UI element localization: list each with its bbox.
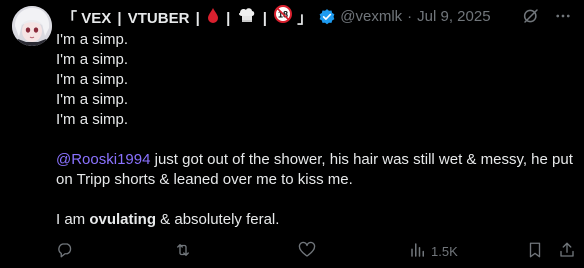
grok-icon[interactable] — [522, 7, 540, 30]
body-line: I'm a simp. — [56, 111, 129, 128]
verified-badge-icon[interactable] — [318, 8, 336, 26]
name-separator: | — [195, 10, 200, 27]
name-separator: | — [117, 10, 122, 27]
header-dot: · — [407, 8, 413, 25]
tweet-date[interactable]: Jul 9, 2025 — [417, 7, 490, 27]
tweet-body: I'm a simp. I'm a simp. I'm a simp. I'm … — [56, 30, 576, 230]
body-paragraph: @Rooski1994 just got out of the shower, … — [56, 150, 576, 190]
chef-hat-icon — [238, 7, 256, 23]
views-chart-icon — [409, 241, 427, 262]
body-line: I'm a simp. — [56, 31, 129, 48]
paragraph-text: & absolutely feral. — [156, 211, 280, 228]
paragraph-text: I am — [56, 211, 90, 228]
tweet: 「 VEX | VTUBER | | | 18 」 @vexmlk · Jul … — [0, 0, 584, 268]
body-paragraph: I am ovulating & absolutely feral. — [56, 210, 576, 230]
views-button[interactable]: 1.5K — [409, 241, 458, 262]
share-button[interactable] — [558, 241, 576, 262]
tweet-actions: 1.5K — [56, 239, 576, 263]
name-separator: | — [226, 10, 231, 27]
heart-icon — [298, 241, 316, 262]
reply-button[interactable] — [56, 241, 74, 262]
blood-drop-icon — [207, 7, 219, 23]
bold-text: ovulating — [89, 211, 157, 228]
repost-icon — [174, 241, 192, 262]
avatar[interactable] — [12, 6, 52, 46]
more-options-icon[interactable] — [554, 7, 572, 30]
body-line: I'm a simp. — [56, 51, 129, 68]
like-button[interactable] — [298, 241, 316, 262]
display-name[interactable]: 「 VEX | VTUBER | | | 18 」 — [62, 5, 312, 29]
name-vex: VEX — [81, 10, 112, 27]
bookmark-icon — [526, 241, 544, 262]
repost-button[interactable] — [174, 241, 192, 262]
reply-icon — [56, 241, 74, 262]
share-icon — [558, 241, 576, 262]
body-line: I'm a simp. — [56, 71, 129, 88]
user-handle[interactable]: @vexmlk — [340, 7, 402, 27]
tweet-top-actions — [522, 7, 572, 30]
body-line: I'm a simp. — [56, 91, 129, 108]
name-bracket-close: 」 — [297, 10, 313, 27]
name-vtuber: VTUBER — [127, 10, 190, 27]
tweet-header: 「 VEX | VTUBER | | | 18 」 @vexmlk · Jul … — [62, 5, 491, 29]
mention-link[interactable]: @Rooski1994 — [56, 151, 150, 168]
views-count: 1.5K — [431, 244, 458, 259]
no-one-under-18-icon: 18 — [274, 5, 293, 23]
name-bracket-open: 「 — [62, 10, 78, 27]
name-separator: | — [262, 10, 267, 27]
bookmark-button[interactable] — [526, 241, 544, 262]
